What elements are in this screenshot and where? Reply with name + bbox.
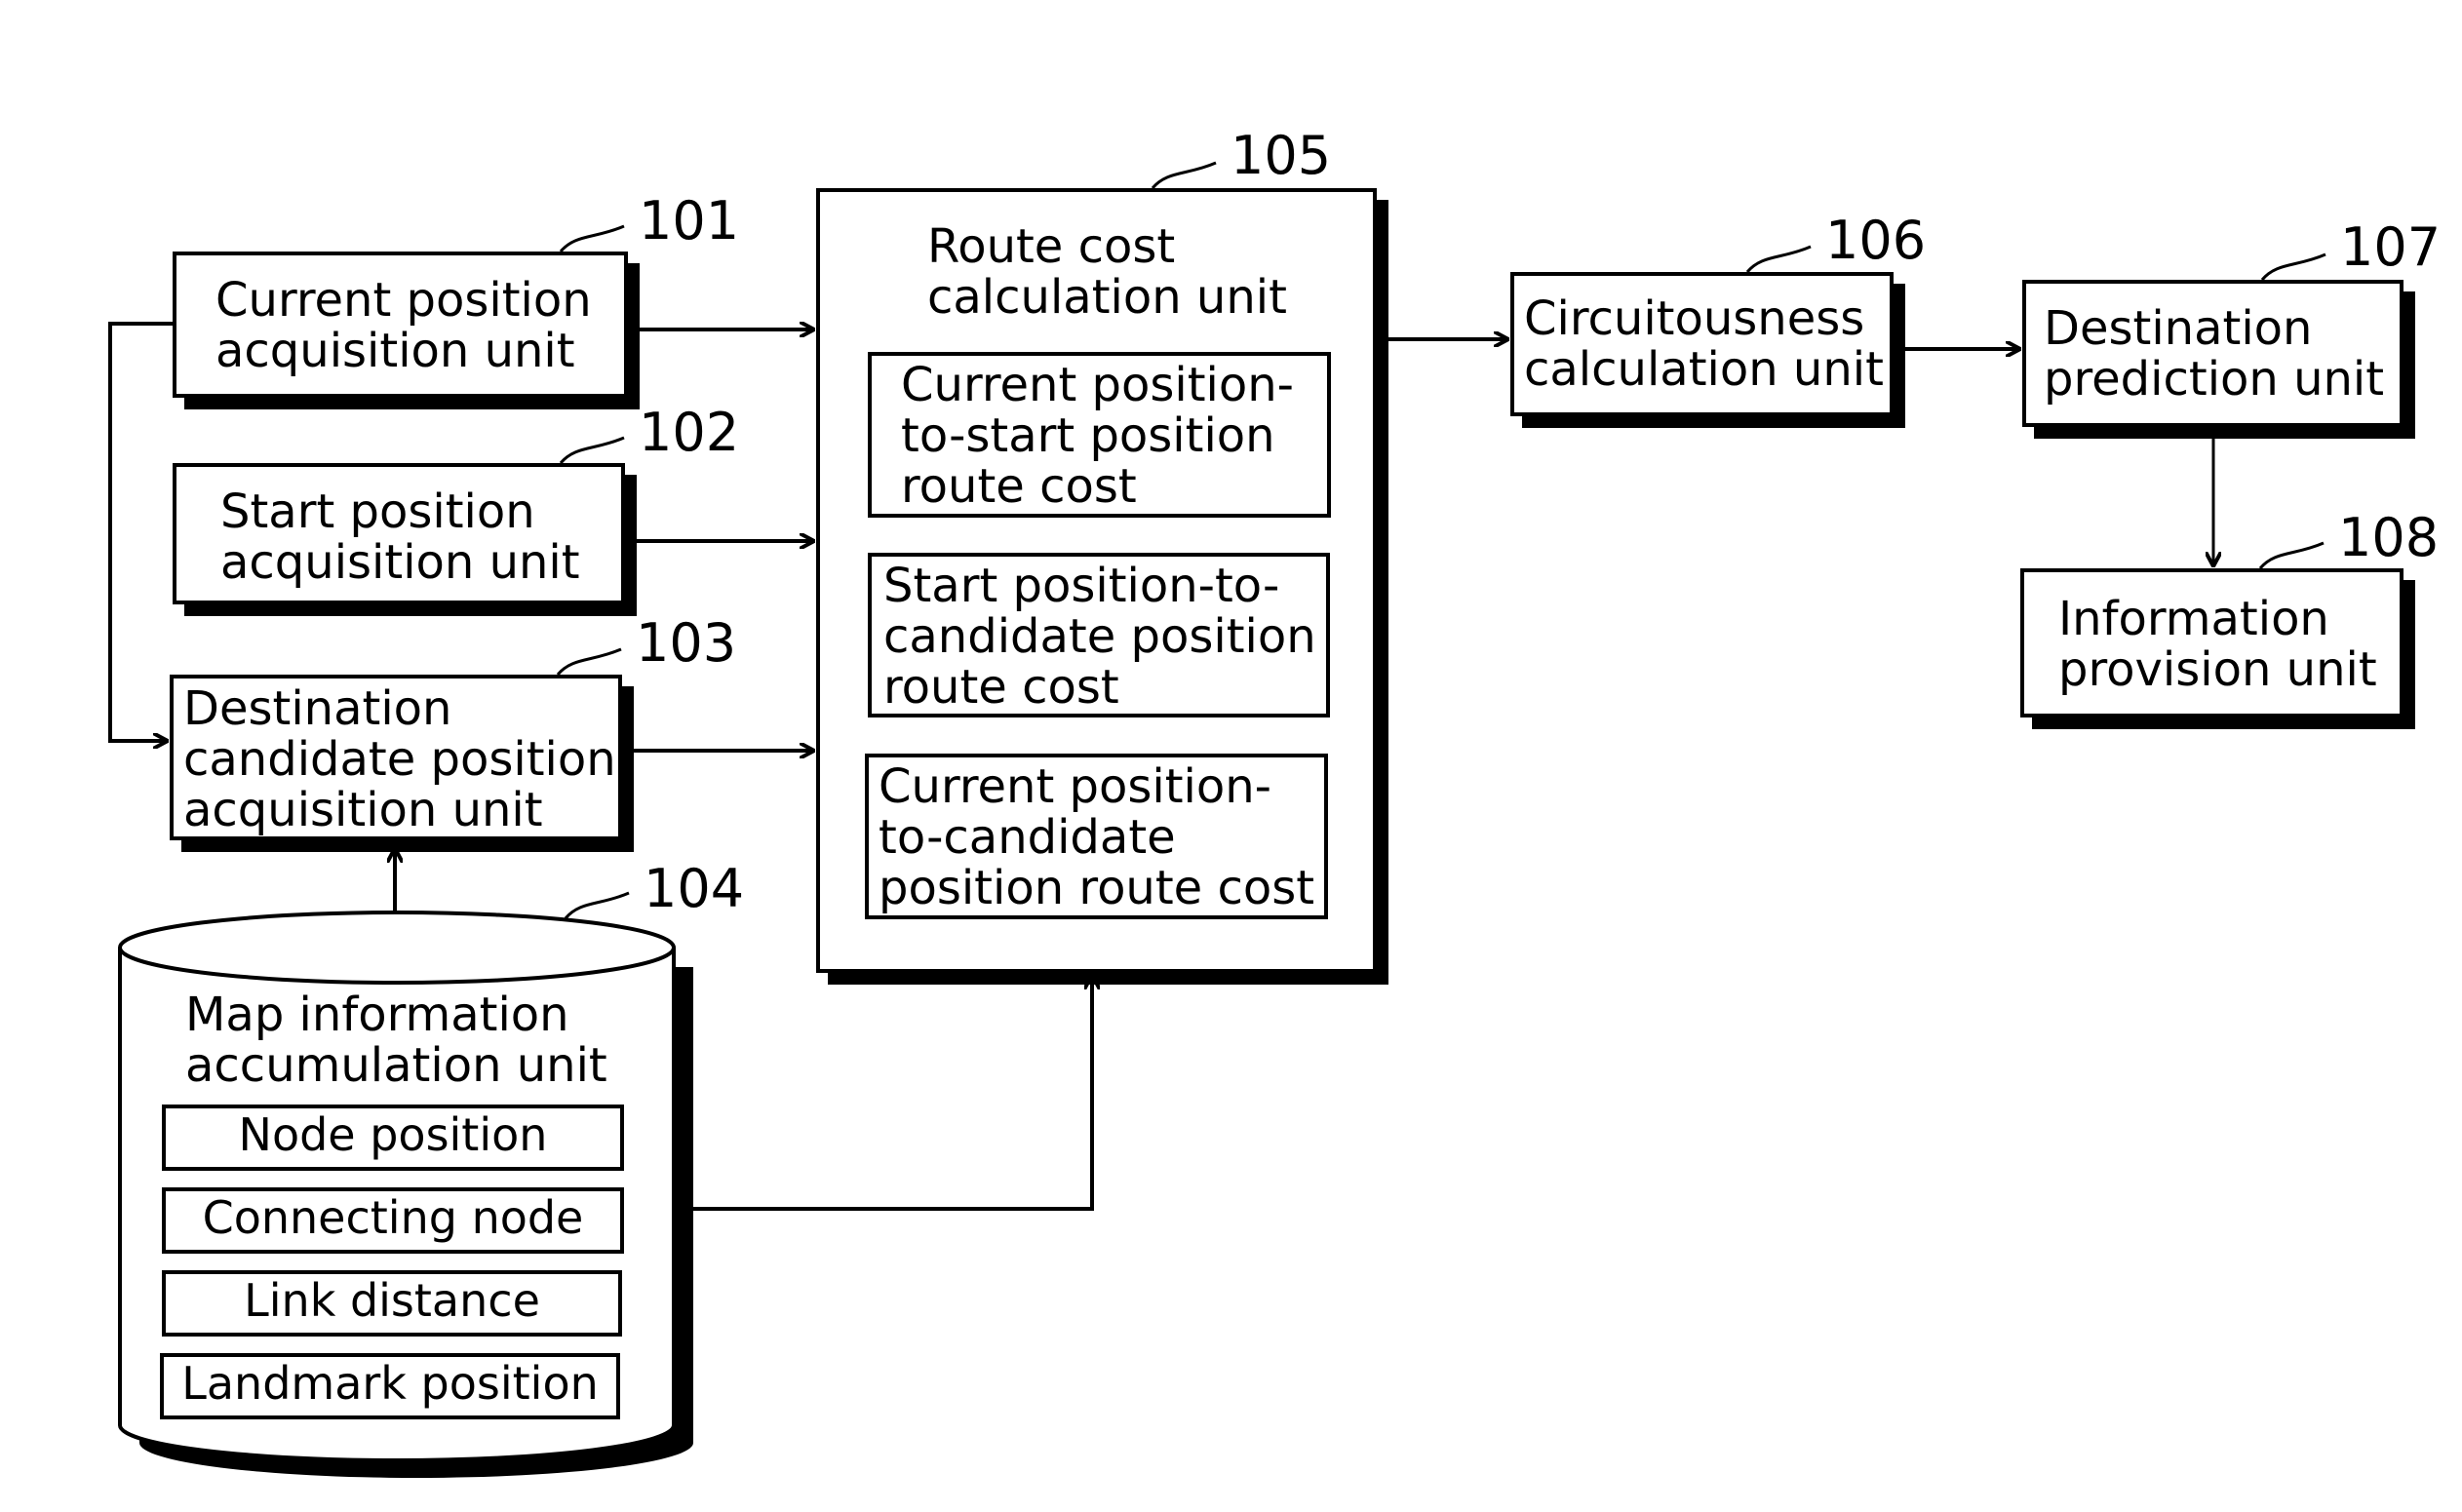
subunit-label: Start position-to- candidate position ro… [883,559,1316,715]
field-node-position: Node position [162,1105,624,1171]
ref-104: 104 [644,858,745,919]
current-to-start-route-cost: Current position- to-start position rout… [868,352,1331,518]
ref-101: 101 [639,190,740,252]
current-position-acquisition-unit: Current position acquisition unit [173,252,628,398]
field-connecting-node: Connecting node [162,1187,624,1254]
leader-107 [2260,252,2326,282]
unit-label: Current position acquisition unit [215,273,592,378]
information-provision-unit: Information provision unit [2020,568,2403,717]
circuitousness-calculation-unit: Circuitousness calculation unit [1510,272,1894,416]
ref-105: 105 [1231,125,1332,186]
destination-candidate-position-acquisition-unit: Destination candidate position acquisiti… [170,675,622,840]
subunit-label: Current position- to-start position rout… [901,358,1294,514]
start-to-candidate-route-cost: Start position-to- candidate position ro… [868,553,1330,717]
leader-102 [559,436,625,465]
unit-label: Route cost calculation unit [927,219,1287,325]
arrow-101-to-103 [108,322,173,741]
unit-label: Start position acquisition unit [220,485,580,590]
ref-108: 108 [2338,507,2440,568]
leader-104 [564,891,630,920]
start-position-acquisition-unit: Start position acquisition unit [173,463,625,604]
subunit-label: Current position- to-candidate position … [879,759,1315,915]
ref-106: 106 [1825,210,1927,271]
unit-label: Destination prediction unit [2044,301,2385,407]
current-to-candidate-route-cost: Current position- to-candidate position … [865,754,1328,919]
leader-103 [556,647,622,677]
ref-102: 102 [639,402,740,463]
field-landmark-position: Landmark position [160,1353,620,1419]
leader-105 [1151,161,1217,190]
leader-106 [1745,245,1812,274]
ref-107: 107 [2340,216,2442,278]
field-link-distance: Link distance [162,1270,622,1337]
unit-label: Circuitousness calculation unit [1524,291,1884,397]
ref-103: 103 [636,612,737,674]
unit-label: Destination candidate position acquisiti… [183,681,616,837]
unit-label: Information provision unit [2058,592,2377,697]
destination-prediction-unit: Destination prediction unit [2022,280,2403,427]
leader-108 [2258,541,2325,570]
map-information-accumulation-unit-label: Map information accumulation unit [185,988,607,1093]
arrow-104-to-105 [678,975,1092,1211]
leader-101 [559,224,625,253]
